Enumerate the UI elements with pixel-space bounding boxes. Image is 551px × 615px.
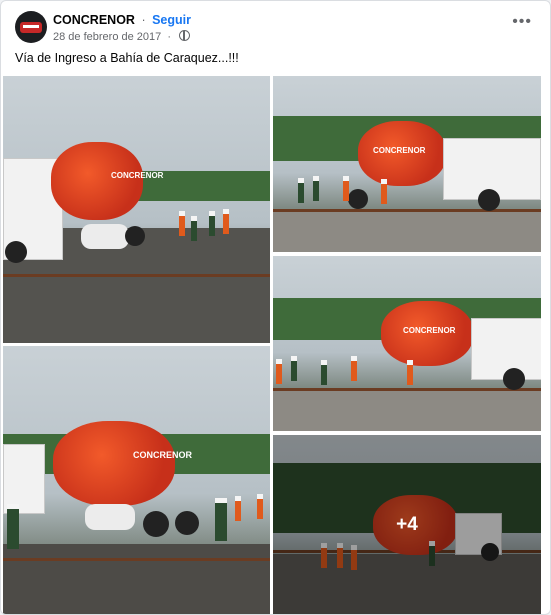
follow-button[interactable]: Seguir [152, 13, 191, 27]
page-avatar[interactable] [15, 11, 47, 43]
photo-3[interactable]: CONCRENOR [273, 256, 541, 431]
drum-logo-4: CONCRENOR [133, 450, 193, 460]
author-line: CONCRENOR · Seguir [53, 13, 191, 27]
photo-1[interactable]: CONCRENOR [3, 76, 270, 343]
photo-5[interactable]: +4 [273, 435, 541, 614]
post-caption: Vía de Ingreso a Bahía de Caraquez...!!! [15, 51, 239, 65]
drum-logo-3: CONCRENOR [403, 326, 456, 335]
photo-2[interactable]: CONCRENOR [273, 76, 541, 252]
separator: · [141, 13, 146, 27]
globe-icon [179, 30, 191, 41]
photo-grid: CONCRENOR CONCRENOR CONCRENOR CONCRENOR … [1, 74, 550, 614]
more-photos-count[interactable]: +4 [273, 435, 541, 614]
post-header: CONCRENOR · Seguir 28 de febrero de 2017… [15, 11, 536, 47]
post-card: CONCRENOR · Seguir 28 de febrero de 2017… [0, 0, 551, 615]
page-name[interactable]: CONCRENOR [53, 13, 135, 27]
photo-4[interactable]: CONCRENOR [3, 346, 270, 614]
drum-logo: CONCRENOR [111, 171, 164, 180]
post-meta: 28 de febrero de 2017 · [53, 30, 191, 43]
meta-separator: · [167, 31, 171, 43]
drum-logo-2: CONCRENOR [373, 146, 426, 155]
more-options-icon[interactable]: ••• [512, 14, 532, 30]
post-date[interactable]: 28 de febrero de 2017 [53, 31, 161, 43]
